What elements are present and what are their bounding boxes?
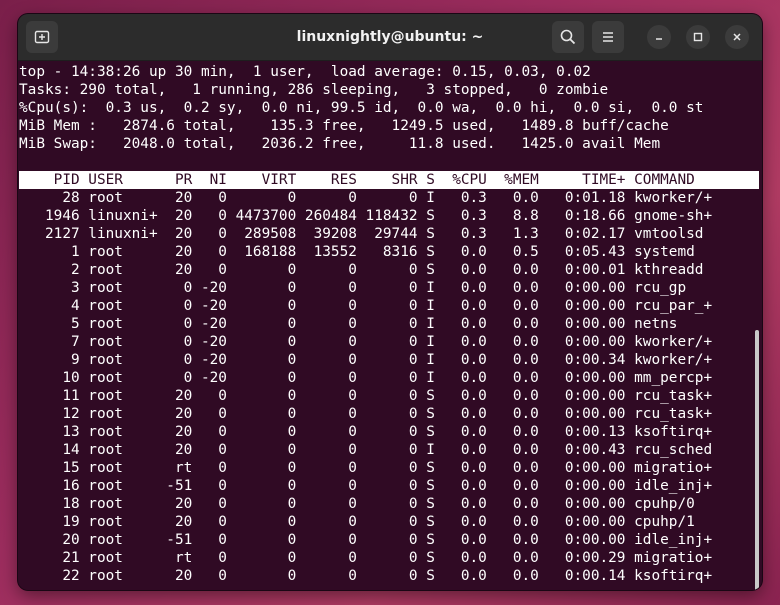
uptime-line: top - 14:38:26 up 30 min, 1 user, load a… [19,64,591,80]
close-icon [733,33,741,41]
process-row: 14 root 20 0 0 0 0 I 0.0 0.0 0:00.43 rcu… [19,442,713,458]
process-row: 1 root 20 0 168188 13552 8316 S 0.0 0.5 … [19,244,695,260]
terminal-window: linuxnightly@ubuntu: ~ top - 14:38:26 up… [18,14,762,590]
swap-line: MiB Swap: 2048.0 total, 2036.2 free, 11.… [19,136,661,152]
search-button[interactable] [552,21,584,53]
process-row: 19 root 20 0 0 0 0 S 0.0 0.0 0:00.00 cpu… [19,514,695,530]
process-row: 7 root 0 -20 0 0 0 I 0.0 0.0 0:00.00 kwo… [19,334,713,350]
process-row: 22 root 20 0 0 0 0 S 0.0 0.0 0:00.14 kso… [19,568,713,584]
maximize-icon [693,32,703,42]
close-button[interactable] [725,25,749,49]
maximize-button[interactable] [686,25,710,49]
process-row: 9 root 0 -20 0 0 0 I 0.0 0.0 0:00.34 kwo… [19,352,713,368]
process-row: 1946 linuxni+ 20 0 4473700 260484 118432… [19,208,713,224]
title-bar: linuxnightly@ubuntu: ~ [18,14,762,61]
process-row: 28 root 20 0 0 0 0 I 0.3 0.0 0:01.18 kwo… [19,190,713,206]
tasks-line: Tasks: 290 total, 1 running, 286 sleepin… [19,82,609,98]
menu-button[interactable] [592,21,624,53]
hamburger-menu-icon [603,32,613,42]
process-row: 13 root 20 0 0 0 0 S 0.0 0.0 0:00.13 kso… [19,424,713,440]
terminal-output[interactable]: top - 14:38:26 up 30 min, 1 user, load a… [18,61,762,590]
process-row: 2 root 20 0 0 0 0 S 0.0 0.0 0:00.01 kthr… [19,262,704,278]
process-row: 4 root 0 -20 0 0 0 I 0.0 0.0 0:00.00 rcu… [19,298,713,314]
minimize-button[interactable] [647,25,671,49]
minimize-icon [656,38,662,40]
process-row: 10 root 0 -20 0 0 0 I 0.0 0.0 0:00.00 mm… [19,370,713,386]
process-table-header: PID USER PR NI VIRT RES SHR S %CPU %MEM … [19,171,759,189]
process-row: 5 root 0 -20 0 0 0 I 0.0 0.0 0:00.00 net… [19,316,678,332]
process-row: 12 root 20 0 0 0 0 S 0.0 0.0 0:00.00 rcu… [19,406,713,422]
mem-line: MiB Mem : 2874.6 total, 135.3 free, 1249… [19,118,669,134]
process-row: 21 root rt 0 0 0 0 S 0.0 0.0 0:00.29 mig… [19,550,713,566]
scrollbar[interactable] [755,330,759,590]
process-row: 3 root 0 -20 0 0 0 I 0.0 0.0 0:00.00 rcu… [19,280,687,296]
process-row: 16 root -51 0 0 0 0 S 0.0 0.0 0:00.00 id… [19,478,713,494]
column-headers: PID USER PR NI VIRT RES SHR S %CPU %MEM … [19,172,695,188]
process-row: 15 root rt 0 0 0 0 S 0.0 0.0 0:00.00 mig… [19,460,713,476]
search-icon [560,29,576,45]
process-row: 2127 linuxni+ 20 0 289508 39208 29744 S … [19,226,704,242]
process-row: 18 root 20 0 0 0 0 S 0.0 0.0 0:00.00 cpu… [19,496,695,512]
cpu-line: %Cpu(s): 0.3 us, 0.2 sy, 0.0 ni, 99.5 id… [19,100,704,116]
process-row: 20 root -51 0 0 0 0 S 0.0 0.0 0:00.00 id… [19,532,713,548]
process-row: 11 root 20 0 0 0 0 S 0.0 0.0 0:00.00 rcu… [19,388,713,404]
